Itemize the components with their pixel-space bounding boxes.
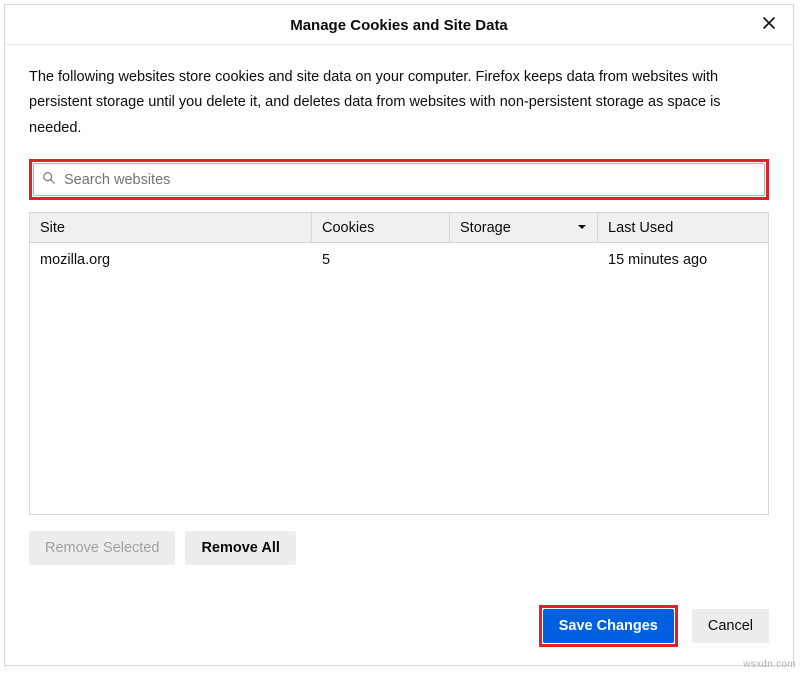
dialog-header: Manage Cookies and Site Data (5, 5, 793, 45)
close-icon[interactable] (761, 15, 777, 35)
table-row[interactable]: mozilla.org 5 15 minutes ago (30, 243, 768, 277)
remove-buttons-row: Remove Selected Remove All (29, 531, 769, 565)
dialog-description: The following websites store cookies and… (29, 65, 769, 141)
cell-last-used: 15 minutes ago (598, 252, 768, 268)
manage-cookies-dialog: Manage Cookies and Site Data The followi… (4, 4, 794, 666)
dialog-footer: Save Changes Cancel (539, 605, 769, 647)
column-last-used[interactable]: Last Used (598, 213, 768, 242)
watermark: wsxdn.com (743, 659, 796, 670)
search-input[interactable] (62, 171, 756, 189)
search-highlight (29, 159, 769, 200)
column-cookies[interactable]: Cookies (312, 213, 450, 242)
remove-all-button[interactable]: Remove All (185, 531, 295, 565)
cancel-button[interactable]: Cancel (692, 609, 769, 643)
cell-site: mozilla.org (30, 252, 312, 268)
column-site[interactable]: Site (30, 213, 312, 242)
column-label: Site (40, 220, 65, 236)
column-label: Last Used (608, 220, 673, 236)
remove-selected-button[interactable]: Remove Selected (29, 531, 175, 565)
column-storage[interactable]: Storage (450, 213, 598, 242)
save-changes-button[interactable]: Save Changes (543, 609, 674, 643)
chevron-down-icon (577, 220, 587, 236)
column-label: Storage (460, 220, 511, 236)
sites-table: Site Cookies Storage Last Used mozilla.o… (29, 212, 769, 515)
search-icon (42, 171, 62, 189)
search-field[interactable] (33, 163, 765, 196)
save-highlight: Save Changes (539, 605, 678, 647)
dialog-title: Manage Cookies and Site Data (290, 17, 508, 34)
table-header: Site Cookies Storage Last Used (30, 213, 768, 243)
cell-cookies: 5 (312, 252, 450, 268)
column-label: Cookies (322, 220, 374, 236)
